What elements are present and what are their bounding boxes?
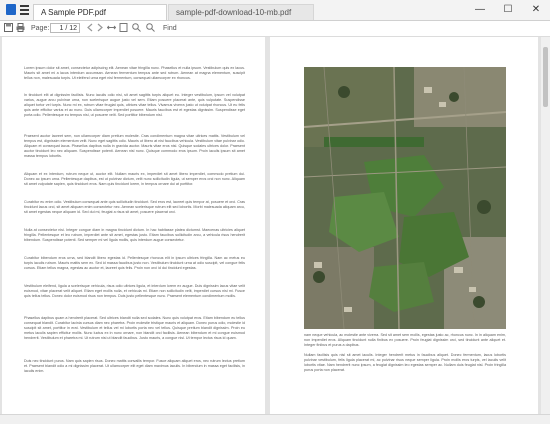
paragraph: nam neque vehicula, ac molestie ante viv… <box>304 333 506 347</box>
paragraph: Phasellus dapibus quam a hendrerit place… <box>24 316 245 340</box>
paragraph: In tincidunt elit at dignissim facilisis… <box>24 93 245 117</box>
paragraph: Nulla at consectetur nisi. Integer congu… <box>24 228 245 242</box>
tab-label: sample-pdf-download-10-mb.pdf <box>176 8 292 17</box>
paragraph: Praesent auctor laoreet sem, non ullamco… <box>24 134 245 158</box>
previous-page-icon[interactable] <box>86 23 94 34</box>
toolbar: Page: 1 / 12 Find <box>0 21 550 37</box>
paragraph: Aliquam et ex interdum, rutrum neque ut,… <box>24 172 245 186</box>
find-label[interactable]: Find <box>163 23 177 34</box>
title-bar: A Sample PDF.pdf sample-pdf-download-10-… <box>0 0 550 21</box>
paragraph: Curabitur bibendum eros urna, sed blandi… <box>24 256 245 270</box>
zoom-out-icon[interactable] <box>146 23 155 34</box>
fit-page-icon[interactable] <box>119 23 128 34</box>
close-button[interactable]: ✕ <box>522 0 550 20</box>
page-label: Page: <box>31 25 50 32</box>
app-icon <box>6 4 16 15</box>
fit-width-icon[interactable] <box>106 23 117 34</box>
next-page-icon[interactable] <box>96 23 104 34</box>
page-number-input[interactable]: 1 / 12 <box>50 23 80 33</box>
minimize-button[interactable]: — <box>466 0 494 20</box>
paragraph: Duis nec tincidunt purus. Nam quis sapie… <box>24 359 245 373</box>
print-icon[interactable] <box>16 23 25 34</box>
zoom-in-icon[interactable] <box>132 23 141 34</box>
document-view[interactable]: Lorem ipsum dolor sit amet, consectetur … <box>0 37 550 414</box>
tab-sample-pdf-download[interactable]: sample-pdf-download-10-mb.pdf <box>168 4 314 20</box>
pdf-page-2: nam neque vehicula, ac molestie ante viv… <box>270 37 538 414</box>
tab-label: A Sample PDF.pdf <box>41 8 106 17</box>
paragraph: Curabitur eu enim odio. Vestibulum conse… <box>24 200 245 214</box>
aerial-photo <box>304 67 506 329</box>
pdf-page-1: Lorem ipsum dolor sit amet, consectetur … <box>2 37 265 414</box>
paragraph: Nullam facilisis quis nisl sit amet iacu… <box>304 353 506 372</box>
tab-a-sample-pdf[interactable]: A Sample PDF.pdf <box>33 4 167 20</box>
maximize-button[interactable]: ☐ <box>494 0 522 20</box>
vertical-scrollbar[interactable] <box>541 37 550 414</box>
hamburger-menu-icon[interactable] <box>20 5 29 15</box>
paragraph: Vestibulum eleifend, ligula a scelerisqu… <box>24 284 245 298</box>
scrollbar-thumb[interactable] <box>543 47 548 107</box>
paragraph: Lorem ipsum dolor sit amet, consectetur … <box>24 66 245 80</box>
save-icon[interactable] <box>4 23 13 34</box>
